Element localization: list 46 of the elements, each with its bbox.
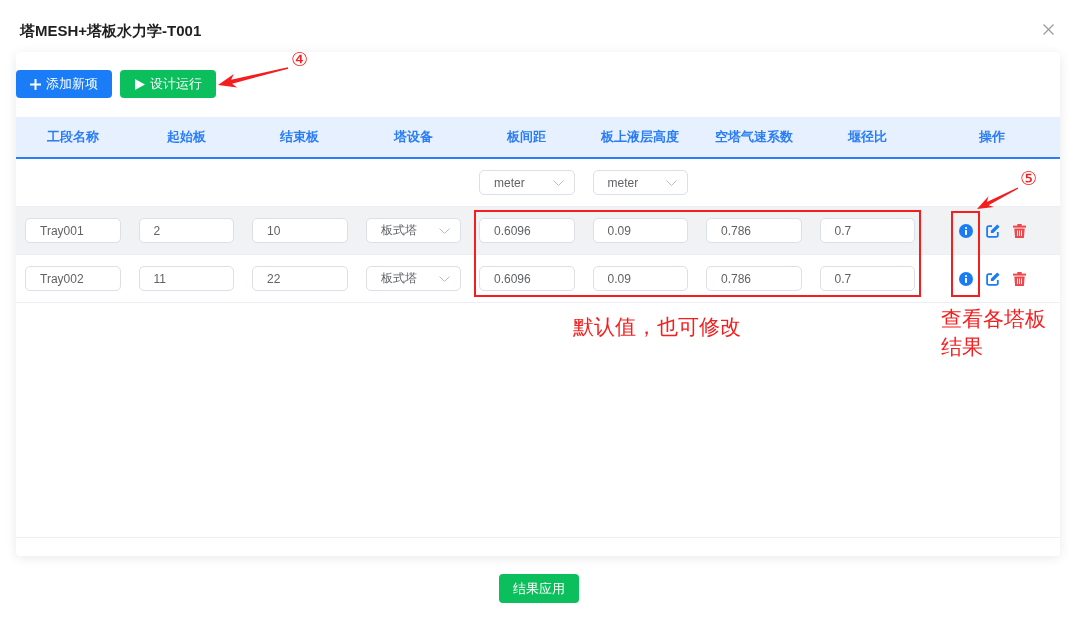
select-field[interactable]: meter <box>479 170 575 195</box>
close-icon[interactable] <box>1043 24 1054 35</box>
input-field[interactable]: 10 <box>252 218 348 243</box>
input-field[interactable]: 0.6096 <box>479 218 575 243</box>
annotation-note: 查看各塔板结果 <box>941 306 1047 360</box>
column-header: 工段名称 <box>46 128 99 146</box>
plus-icon <box>30 78 41 90</box>
trash-icon[interactable] <box>1012 223 1026 238</box>
input-field[interactable]: 2 <box>138 218 234 243</box>
column-header: 堰径比 <box>847 128 887 146</box>
input-field[interactable]: 0.786 <box>706 266 802 291</box>
column-header: 起始板 <box>166 128 206 146</box>
column-header: 空塔气速系数 <box>714 128 793 146</box>
chevron-down-icon <box>552 179 564 186</box>
input-field[interactable]: Tray002 <box>25 266 121 291</box>
input-field[interactable]: Tray001 <box>25 218 121 243</box>
annotation-note: 默认值，也可修改 <box>573 314 741 340</box>
input-field[interactable]: 11 <box>138 266 234 291</box>
info-icon[interactable] <box>958 271 973 286</box>
column-header: 结束板 <box>280 128 320 146</box>
column-header: 板上液层高度 <box>601 128 680 146</box>
input-field[interactable]: 0.7 <box>819 266 915 291</box>
edit-icon[interactable] <box>985 223 1000 238</box>
chevron-down-icon <box>439 275 450 282</box>
select-field[interactable]: 板式塔 <box>365 266 461 291</box>
add-button[interactable]: 添加新项 <box>16 70 112 98</box>
dialog-title: 塔MESH+塔板水力学-T001 <box>20 21 202 41</box>
trash-icon[interactable] <box>1012 271 1026 286</box>
column-header: 操作 <box>979 128 1005 146</box>
step-marker: ⑤ <box>1020 168 1038 190</box>
column-header: 塔设备 <box>393 128 433 146</box>
input-field[interactable]: 0.7 <box>819 218 915 243</box>
select-field[interactable]: 板式塔 <box>365 218 461 243</box>
chevron-down-icon <box>439 227 450 234</box>
input-field[interactable]: 0.786 <box>706 218 802 243</box>
info-icon[interactable] <box>958 223 973 238</box>
step-marker: ④ <box>291 49 309 71</box>
input-field[interactable]: 0.6096 <box>479 266 575 291</box>
play-icon <box>134 78 145 90</box>
select-field[interactable]: meter <box>592 170 688 195</box>
input-field[interactable]: 0.09 <box>592 218 688 243</box>
input-field[interactable]: 22 <box>252 266 348 291</box>
edit-icon[interactable] <box>985 271 1000 286</box>
input-field[interactable]: 0.09 <box>592 266 688 291</box>
chevron-down-icon <box>666 179 677 186</box>
column-header: 板间距 <box>507 128 547 146</box>
